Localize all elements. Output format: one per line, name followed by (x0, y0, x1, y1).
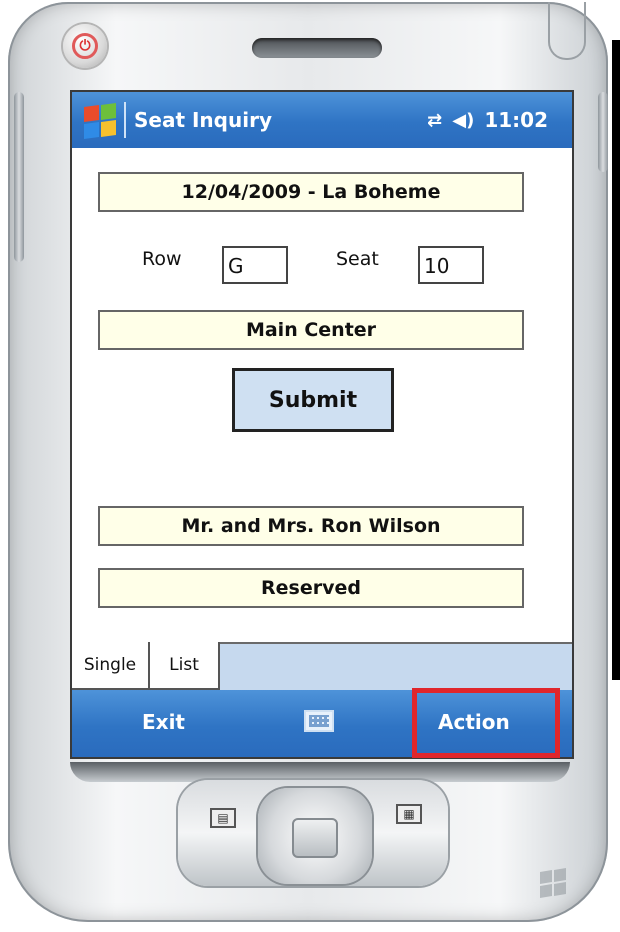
power-icon: ⏻ (72, 33, 98, 59)
title-bar: Seat Inquiry ⇄ ◀) 11:02 (72, 92, 572, 148)
clock[interactable]: 11:02 (484, 108, 548, 132)
connectivity-arrows-icon[interactable]: ⇄ (427, 110, 442, 131)
section-field: Main Center (98, 310, 524, 350)
tab-list[interactable]: List (150, 642, 220, 690)
contacts-hardware-button[interactable]: ▤ (210, 808, 236, 828)
action-highlight-box (412, 688, 560, 758)
dpad-center-button[interactable] (292, 818, 338, 858)
windows-logo-icon (538, 867, 568, 899)
speaker-grille (252, 38, 382, 58)
status-field: Reserved (98, 568, 524, 608)
screen-bezel-bottom (70, 762, 570, 782)
power-button[interactable]: ⏻ (63, 24, 107, 68)
tab-strip: Single List (72, 642, 572, 690)
seat-input[interactable]: 10 (418, 246, 484, 284)
side-button-left[interactable] (14, 92, 24, 262)
windows-start-icon[interactable] (82, 102, 118, 140)
keyboard-icon[interactable] (304, 710, 334, 732)
patron-field: Mr. and Mrs. Ron Wilson (98, 506, 524, 546)
status-area: ⇄ ◀) 11:02 (427, 108, 548, 132)
tab-single[interactable]: Single (72, 642, 150, 690)
row-label: Row (142, 248, 182, 270)
title-separator (124, 102, 126, 138)
device-screen: Seat Inquiry ⇄ ◀) 11:02 12/04/2009 - La … (70, 90, 574, 759)
calendar-hardware-button[interactable]: ▦ (396, 804, 422, 824)
row-input[interactable]: G (222, 246, 288, 284)
exit-softkey[interactable]: Exit (142, 710, 185, 734)
device-edge-shadow (612, 40, 620, 680)
volume-icon[interactable]: ◀) (452, 110, 474, 131)
seat-label: Seat (336, 248, 379, 270)
stylus-slot (548, 2, 586, 60)
app-title: Seat Inquiry (134, 108, 272, 132)
side-button-right[interactable] (598, 92, 608, 172)
submit-button[interactable]: Submit (232, 368, 394, 432)
performance-field: 12/04/2009 - La Boheme (98, 172, 524, 212)
